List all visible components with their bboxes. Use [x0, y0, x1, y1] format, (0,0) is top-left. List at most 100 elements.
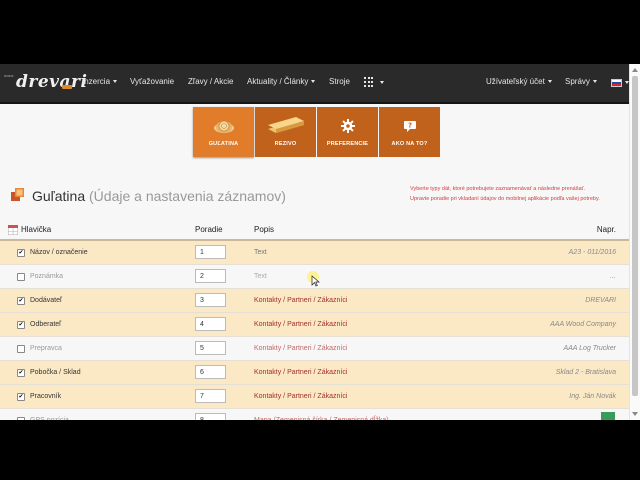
row-desc-link[interactable]: Kontakty / Partneri / Zákazníci: [254, 321, 347, 328]
row-checkbox[interactable]: ✔: [17, 393, 25, 401]
row-order-input[interactable]: [195, 293, 226, 307]
nav-aktuality[interactable]: Aktuality / Články: [247, 77, 316, 86]
lumber-icon: [255, 116, 316, 136]
nav-inzercia[interactable]: Inzercia: [82, 77, 118, 86]
nav-user-account[interactable]: Užívateľský účet: [486, 77, 552, 86]
row-name: Pobočka / Sklad: [30, 369, 81, 376]
caret-down-icon: [592, 80, 597, 84]
logo-www: www.: [4, 73, 15, 78]
row-desc-link[interactable]: Kontakty / Partneri / Zákazníci: [254, 297, 347, 304]
row-checkbox[interactable]: ✔: [17, 297, 25, 305]
svg-text:?: ?: [407, 122, 411, 130]
help-icon: ?: [379, 116, 440, 136]
row-order-input[interactable]: [195, 413, 226, 420]
nav-vytazovanie[interactable]: Vyťažovanie: [130, 77, 174, 86]
logo-text: drevari: [16, 72, 88, 92]
row-example: Ing. Ján Novák: [569, 393, 616, 400]
row-name: Odberateľ: [30, 321, 62, 328]
row-checkbox[interactable]: ✔: [17, 249, 25, 257]
row-desc-link[interactable]: Kontakty / Partneri / Zákazníci: [254, 345, 347, 352]
tile-label: AKO NA TO?: [391, 141, 428, 147]
row-checkbox[interactable]: ✔: [17, 369, 25, 377]
tile-ako-na-to[interactable]: ? AKO NA TO?: [379, 107, 440, 157]
title-text: Guľatina: [32, 188, 86, 204]
tile-rezivo[interactable]: REZIVO: [255, 107, 316, 157]
nav-label: Aktuality / Články: [247, 77, 309, 86]
row-name: Poznámka: [30, 273, 64, 280]
table-row: ✔ Odberateľ Kontakty / Partneri / Zákazníc…: [0, 313, 640, 337]
row-name: GPS pozícia: [30, 417, 69, 420]
row-example: DREVARI: [585, 297, 616, 304]
tile-gulatina[interactable]: GUĽATINA: [193, 107, 254, 157]
row-example: AAA Wood Company: [550, 321, 616, 328]
gear-icon: [317, 116, 378, 136]
nav-zlavy-akcie[interactable]: Zľavy / Akcie: [188, 77, 233, 86]
nav-stroje[interactable]: Stroje: [329, 77, 350, 86]
row-desc-link[interactable]: Kontakty / Partneri / Zákazníci: [254, 393, 347, 400]
row-checkbox[interactable]: [17, 273, 25, 281]
page-title: Guľatina (Údaje a nastavenia záznamov): [32, 188, 286, 204]
table-row: ✔ Pracovník Kontakty / Partneri / Zákazníc…: [0, 385, 640, 409]
tile-label: REZIVO: [274, 141, 297, 147]
caret-down-icon: [547, 80, 552, 84]
header-example: Napr.: [596, 225, 616, 234]
row-order-input[interactable]: [195, 365, 226, 379]
app-window: www. drevari Inzercia Vyťažovanie Zľavy …: [0, 64, 640, 420]
scrollbar-thumb[interactable]: [632, 76, 638, 396]
nav-label: Zľavy / Akcie: [188, 77, 234, 86]
row-example: Sklad 2 - Bratislava: [555, 369, 616, 376]
caret-down-icon: [380, 81, 384, 84]
caret-down-icon: [311, 80, 316, 84]
row-example: A23 - 011/2016: [568, 249, 616, 256]
tile-preferencie[interactable]: PREFERENCIE: [317, 107, 378, 157]
row-checkbox[interactable]: [17, 345, 25, 353]
help-hint: Vyberte typy dát, ktoré potrebujete zazn…: [410, 184, 630, 204]
page-scrollbar[interactable]: [629, 64, 640, 420]
row-name: Dodávateľ: [30, 297, 63, 304]
nav-label: Užívateľský účet: [486, 77, 545, 86]
header-desc: Popis: [254, 225, 275, 234]
row-order-input[interactable]: [195, 245, 226, 259]
title-subtitle: (Údaje a nastavenia záznamov): [89, 188, 286, 204]
hint-line: Upravte poradie pri vkladaní údajov do m…: [410, 196, 600, 202]
header-name: Hlavička: [21, 225, 52, 234]
nav-label: Správy: [565, 77, 590, 86]
row-desc-link[interactable]: Kontakty / Partneri / Zákazníci: [254, 369, 347, 376]
table-row: ✔ Pobočka / Sklad Kontakty / Partneri / Zá…: [0, 361, 640, 385]
logo-mark: [62, 85, 72, 89]
log-icon: [193, 116, 254, 136]
scroll-up-icon[interactable]: [632, 68, 638, 72]
row-order-input[interactable]: [195, 317, 226, 331]
row-name: Prepravca: [30, 345, 62, 352]
row-order-input[interactable]: [195, 269, 226, 283]
map-pin-icon: [601, 412, 615, 420]
tile-label: GUĽATINA: [208, 141, 239, 147]
row-desc: Text: [254, 273, 267, 280]
nav-label: Vyťažovanie: [130, 77, 175, 86]
nav-messages[interactable]: Správy: [565, 77, 597, 86]
language-flag-icon[interactable]: [611, 79, 622, 87]
nav-label: Inzercia: [82, 77, 111, 86]
table-header: Hlavička Poradie Popis Napr.: [0, 220, 640, 240]
row-name: Názov / označenie: [30, 249, 88, 256]
stack-icon: [10, 187, 26, 203]
row-example: AAA Log Trucker: [563, 345, 616, 352]
scroll-down-icon[interactable]: [632, 412, 638, 416]
row-order-input[interactable]: [195, 341, 226, 355]
row-checkbox[interactable]: [17, 417, 25, 420]
caret-down-icon: [113, 80, 118, 84]
row-checkbox[interactable]: ✔: [17, 321, 25, 329]
header-order: Poradie: [195, 225, 223, 234]
mouse-cursor-icon: [306, 270, 324, 293]
row-desc-link[interactable]: Mapa (Zemepisná šírka / Zemepisná dĺžka): [254, 417, 389, 420]
table-row: Prepravca Kontakty / Partneri / Zákazníci…: [0, 337, 640, 361]
top-navbar: www. drevari Inzercia Vyťažovanie Zľavy …: [0, 64, 640, 104]
row-order-input[interactable]: [195, 389, 226, 403]
hint-line: Vyberte typy dát, ktoré potrebujete zazn…: [410, 186, 586, 192]
row-desc: Text: [254, 249, 267, 256]
table-icon: [7, 224, 19, 236]
table-row: GPS pozícia Mapa (Zemepisná šírka / Zemep…: [0, 409, 640, 420]
row-example: ...: [610, 273, 616, 280]
tile-label: PREFERENCIE: [326, 141, 369, 147]
apps-grid-icon[interactable]: [364, 77, 374, 87]
